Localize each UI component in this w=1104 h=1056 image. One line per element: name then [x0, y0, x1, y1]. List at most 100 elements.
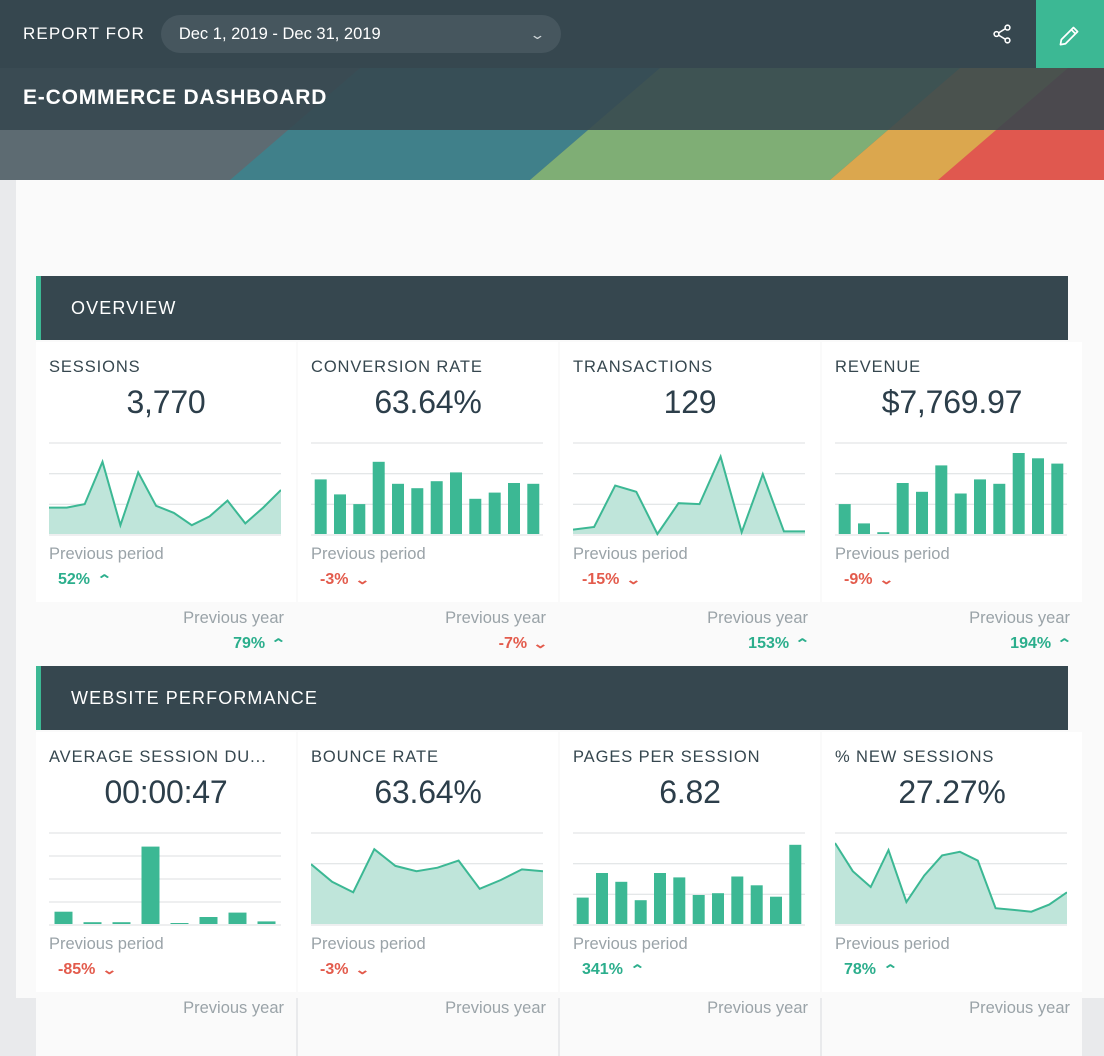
kpi-value: 27.27%: [898, 774, 1006, 810]
kpi-card[interactable]: TRANSACTIONS 129 Previous period -15% ⌄: [560, 342, 820, 602]
kpi-title: CONVERSION RATE: [311, 358, 483, 376]
section-header-2: WEBSITE PERFORMANCE: [36, 666, 1068, 730]
chevron-down-icon: ⌄: [354, 571, 371, 587]
prev-period-change: 78% ⌃: [844, 961, 899, 979]
prev-period-change-value: 341%: [582, 961, 623, 978]
kpi-value: 6.82: [659, 774, 721, 810]
chevron-up-icon: ⌃: [794, 635, 811, 651]
prev-period-label: Previous period: [311, 545, 426, 563]
prev-period-label: Previous period: [573, 545, 688, 563]
kpi-value: 63.64%: [374, 384, 482, 420]
kpi-card[interactable]: BOUNCE RATE 63.64% Previous period -3% ⌄: [298, 732, 558, 992]
prev-year-strip: Previous year 194% ⌃: [822, 604, 1082, 666]
prev-period-label: Previous period: [311, 935, 426, 953]
kpi-title: AVERAGE SESSION DU...: [49, 748, 267, 766]
prev-year-change-value: -7%: [498, 635, 528, 652]
sparkline-area: [49, 442, 281, 536]
prev-year-label: Previous year: [969, 999, 1070, 1017]
prev-year-change: 194% ⌃: [1010, 635, 1073, 653]
kpi-title: SESSIONS: [49, 358, 141, 376]
topbar-actions: [968, 0, 1104, 68]
report-for-label: REPORT FOR: [23, 24, 145, 43]
prev-year-strip: Previous year ⌃: [822, 994, 1082, 1056]
kpi-value: 63.64%: [374, 774, 482, 810]
prev-period-change: 341% ⌃: [582, 961, 646, 979]
dashboard-banner: E-COMMERCE DASHBOARD: [0, 68, 1104, 180]
prev-period-label: Previous period: [49, 545, 164, 563]
chevron-up-icon: ⌃: [270, 635, 287, 651]
chevron-up-icon: ⌃: [629, 961, 646, 977]
chevron-up-icon: ⌃: [1056, 635, 1073, 651]
sparkline-bar: [835, 442, 1067, 536]
kpi-sparkline: [573, 440, 805, 538]
prev-period-change: -15% ⌄: [582, 571, 642, 589]
prev-period-label: Previous period: [49, 935, 164, 953]
kpi-sparkline: [49, 830, 281, 928]
kpi-sparkline: [311, 830, 543, 928]
prev-period-change-value: -15%: [582, 571, 620, 588]
chevron-up-icon: ⌃: [882, 961, 899, 977]
prev-year-label: Previous year: [183, 609, 284, 627]
prev-period-change-value: -9%: [844, 571, 873, 588]
kpi-sparkline: [835, 830, 1067, 928]
chevron-down-icon: ⌄: [354, 961, 371, 977]
prev-year-strip: Previous year ⌄: [36, 994, 296, 1056]
prev-year-label: Previous year: [707, 609, 808, 627]
prev-period-label: Previous period: [835, 545, 950, 563]
kpi-card[interactable]: % NEW SESSIONS 27.27% Previous period 78…: [822, 732, 1082, 992]
prev-year-label: Previous year: [183, 999, 284, 1017]
kpi-title: TRANSACTIONS: [573, 358, 714, 376]
date-range-select[interactable]: Dec 1, 2019 - Dec 31, 2019 ⌄: [160, 15, 561, 53]
kpi-title: REVENUE: [835, 358, 922, 376]
prev-year-change: 79% ⌃: [233, 635, 287, 653]
prev-year-label: Previous year: [445, 999, 546, 1017]
kpi-card[interactable]: CONVERSION RATE 63.64% Previous period -…: [298, 342, 558, 602]
prev-year-strip: Previous year 153% ⌃: [560, 604, 820, 666]
page-title: E-COMMERCE DASHBOARD: [23, 86, 328, 109]
section-title: OVERVIEW: [71, 297, 177, 318]
prev-year-label: Previous year: [445, 609, 546, 627]
kpi-sparkline: [49, 440, 281, 538]
sparkline-bar: [311, 442, 543, 536]
chevron-up-icon: ⌃: [96, 571, 113, 587]
prev-period-change: -3% ⌄: [320, 571, 371, 589]
kpi-value: $7,769.97: [881, 384, 1023, 420]
dashboard-canvas: OVERVIEW SESSIONS 3,770 Previous period …: [8, 180, 1104, 1056]
prev-year-change: 153% ⌃: [748, 635, 811, 653]
kpi-title: % NEW SESSIONS: [835, 748, 995, 766]
chevron-down-icon: ⌄: [878, 571, 895, 587]
section-header-1: OVERVIEW: [36, 276, 1068, 340]
kpi-sparkline: [573, 830, 805, 928]
prev-year-strip: Previous year ⌃: [560, 994, 820, 1056]
prev-year-label: Previous year: [969, 609, 1070, 627]
kpi-sparkline: [835, 440, 1067, 538]
share-button[interactable]: [968, 0, 1036, 68]
prev-period-change: -85% ⌄: [58, 961, 118, 979]
prev-period-change-value: -3%: [320, 961, 349, 978]
prev-year-change-value: 194%: [1010, 635, 1052, 652]
kpi-card[interactable]: AVERAGE SESSION DU... 00:00:47 Previous …: [36, 732, 296, 992]
prev-period-label: Previous period: [573, 935, 688, 953]
prev-year-strip: Previous year ⌄: [298, 994, 558, 1056]
report-topbar: REPORT FOR Dec 1, 2019 - Dec 31, 2019 ⌄: [0, 0, 1104, 68]
prev-period-change-value: 78%: [844, 961, 877, 978]
prev-period-change: -3% ⌄: [320, 961, 371, 979]
kpi-card[interactable]: PAGES PER SESSION 6.82 Previous period 3…: [560, 732, 820, 992]
kpi-value: 3,770: [126, 384, 206, 420]
pencil-icon: [1059, 26, 1079, 46]
prev-period-change: 52% ⌃: [58, 571, 113, 589]
prev-year-change: -7% ⌄: [498, 635, 549, 653]
edit-button[interactable]: [1036, 0, 1104, 68]
date-range-value: Dec 1, 2019 - Dec 31, 2019: [178, 24, 381, 43]
kpi-title: PAGES PER SESSION: [573, 748, 761, 766]
kpi-card[interactable]: REVENUE $7,769.97 Previous period -9% ⌄: [822, 342, 1082, 602]
sparkline-area: [573, 442, 805, 536]
chevron-down-icon: ⌄: [532, 635, 549, 651]
kpi-value: 129: [663, 384, 717, 420]
kpi-card[interactable]: SESSIONS 3,770 Previous period 52% ⌃: [36, 342, 296, 602]
left-gutter: [8, 180, 16, 998]
prev-period-change: -9% ⌄: [844, 571, 895, 589]
chevron-down-icon: ⌄: [101, 961, 118, 977]
chevron-down-icon: ⌄: [529, 26, 546, 42]
section-title: WEBSITE PERFORMANCE: [71, 687, 318, 708]
